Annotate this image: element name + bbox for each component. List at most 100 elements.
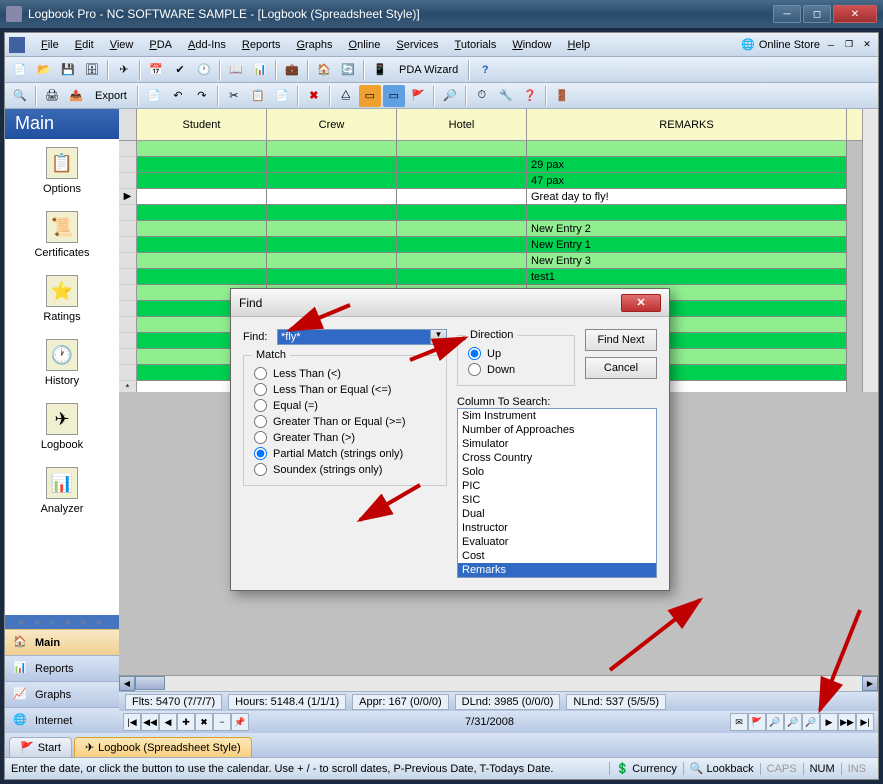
nav-add-icon[interactable]: ✚ bbox=[177, 713, 195, 731]
home-icon[interactable]: 🏠 bbox=[313, 59, 335, 81]
save-icon[interactable]: 💾 bbox=[57, 59, 79, 81]
cell[interactable] bbox=[397, 157, 527, 173]
plane-icon[interactable]: ✈ bbox=[113, 59, 135, 81]
scroll-right-icon[interactable]: ▶ bbox=[862, 676, 878, 691]
cell[interactable]: 47 pax bbox=[527, 173, 847, 189]
cell[interactable] bbox=[137, 221, 267, 237]
nav-findnext-icon[interactable]: 🔎 bbox=[784, 713, 802, 731]
menu-tutorials[interactable]: Tutorials bbox=[447, 37, 505, 53]
view-blue-icon[interactable]: ▭ bbox=[383, 85, 405, 107]
pda-wizard-button[interactable]: PDA Wizard bbox=[393, 64, 464, 76]
archive-icon[interactable]: 🗄 bbox=[81, 59, 103, 81]
match-option-2[interactable]: Equal (=) bbox=[254, 399, 436, 412]
status-lookback[interactable]: 🔍Lookback bbox=[683, 762, 760, 775]
match-option-1[interactable]: Less Than or Equal (<=) bbox=[254, 383, 436, 396]
nav-next-icon[interactable]: ▶ bbox=[820, 713, 838, 731]
cell[interactable]: test1 bbox=[527, 269, 847, 285]
menu-services[interactable]: Services bbox=[388, 37, 446, 53]
menu-view[interactable]: View bbox=[102, 37, 142, 53]
find-input[interactable] bbox=[277, 329, 431, 345]
column-list[interactable]: Sim InstrumentNumber of ApproachesSimula… bbox=[457, 408, 657, 578]
tools-icon[interactable]: 🔧 bbox=[495, 85, 517, 107]
table-row[interactable]: New Entry 2 bbox=[119, 221, 862, 237]
column-option[interactable]: Simulator bbox=[458, 437, 656, 451]
cell[interactable]: Great day to fly! bbox=[527, 189, 847, 205]
cell[interactable] bbox=[267, 269, 397, 285]
split-icon[interactable]: ⧋ bbox=[335, 85, 357, 107]
sidebar-nav-main[interactable]: 🏠Main bbox=[5, 629, 119, 655]
cell[interactable] bbox=[137, 173, 267, 189]
cell[interactable] bbox=[267, 173, 397, 189]
cell[interactable] bbox=[267, 189, 397, 205]
briefcase-icon[interactable]: 💼 bbox=[281, 59, 303, 81]
delete-icon[interactable]: ✖ bbox=[303, 85, 325, 107]
vertical-scrollbar[interactable] bbox=[862, 109, 878, 392]
nav-del-icon[interactable]: ✖ bbox=[195, 713, 213, 731]
cell[interactable] bbox=[397, 189, 527, 205]
cancel-button[interactable]: Cancel bbox=[585, 357, 657, 379]
pda-icon[interactable]: 📱 bbox=[369, 59, 391, 81]
cell[interactable]: New Entry 3 bbox=[527, 253, 847, 269]
column-option[interactable]: PIC bbox=[458, 479, 656, 493]
cut-icon[interactable]: ✂ bbox=[223, 85, 245, 107]
menu-file[interactable]: File bbox=[33, 37, 67, 53]
export-button[interactable]: Export bbox=[89, 90, 133, 102]
cell[interactable] bbox=[267, 237, 397, 253]
column-option[interactable]: Solo bbox=[458, 465, 656, 479]
help2-icon[interactable]: ❓ bbox=[519, 85, 541, 107]
cell[interactable] bbox=[397, 237, 527, 253]
column-header-student[interactable]: Student bbox=[137, 109, 267, 140]
close-button[interactable]: ✕ bbox=[833, 5, 877, 23]
mdi-restore-button[interactable]: ❐ bbox=[842, 38, 856, 52]
cell[interactable] bbox=[137, 269, 267, 285]
menu-reports[interactable]: Reports bbox=[234, 37, 289, 53]
calendar-icon[interactable]: 📅 bbox=[145, 59, 167, 81]
menu-graphs[interactable]: Graphs bbox=[288, 37, 340, 53]
undo-icon[interactable]: ↶ bbox=[167, 85, 189, 107]
column-option[interactable]: SIC bbox=[458, 493, 656, 507]
cell[interactable] bbox=[267, 221, 397, 237]
menu-edit[interactable]: Edit bbox=[67, 37, 102, 53]
find-icon[interactable]: 🔎 bbox=[439, 85, 461, 107]
print-icon[interactable]: 🖨 bbox=[41, 85, 63, 107]
cell[interactable] bbox=[137, 189, 267, 205]
cell[interactable] bbox=[397, 141, 527, 157]
cell[interactable] bbox=[397, 221, 527, 237]
minimize-button[interactable]: ─ bbox=[773, 5, 801, 23]
column-option[interactable]: Dual bbox=[458, 507, 656, 521]
tab-logbook[interactable]: ✈Logbook (Spreadsheet Style) bbox=[74, 737, 252, 757]
table-row[interactable]: New Entry 1 bbox=[119, 237, 862, 253]
cell[interactable]: New Entry 1 bbox=[527, 237, 847, 253]
status-currency[interactable]: 💲Currency bbox=[609, 762, 683, 775]
table-row[interactable]: ▶Great day to fly! bbox=[119, 189, 862, 205]
menu-online[interactable]: Online bbox=[341, 37, 389, 53]
nav-sub-icon[interactable]: − bbox=[213, 713, 231, 731]
view-orange-icon[interactable]: ▭ bbox=[359, 85, 381, 107]
column-option[interactable]: Number of Approaches bbox=[458, 423, 656, 437]
cell[interactable] bbox=[267, 157, 397, 173]
direction-down-radio[interactable]: Down bbox=[468, 363, 564, 376]
cell[interactable] bbox=[267, 205, 397, 221]
find-dialog-titlebar[interactable]: Find ✕ bbox=[231, 289, 669, 317]
nav-find-icon[interactable]: 🔎 bbox=[766, 713, 784, 731]
cell[interactable] bbox=[397, 269, 527, 285]
redo-icon[interactable]: ↷ bbox=[191, 85, 213, 107]
column-option[interactable]: Cross Country bbox=[458, 451, 656, 465]
table-row[interactable]: 47 pax bbox=[119, 173, 862, 189]
table-row[interactable]: 29 pax bbox=[119, 157, 862, 173]
find-next-button[interactable]: Find Next bbox=[585, 329, 657, 351]
paste-icon[interactable]: 📄 bbox=[271, 85, 293, 107]
sidebar-expand-icon[interactable]: » » » » » » bbox=[5, 615, 119, 629]
sidebar-nav-graphs[interactable]: 📈Graphs bbox=[5, 681, 119, 707]
nav-prev-icon[interactable]: ◀ bbox=[159, 713, 177, 731]
mdi-close-button[interactable]: ✕ bbox=[860, 38, 874, 52]
cell[interactable] bbox=[397, 205, 527, 221]
nav-mail-icon[interactable]: ✉ bbox=[730, 713, 748, 731]
exit-icon[interactable]: 🚪 bbox=[551, 85, 573, 107]
sidebar-item-ratings[interactable]: ⭐Ratings bbox=[5, 267, 119, 331]
cell[interactable] bbox=[137, 253, 267, 269]
column-option[interactable]: Cost bbox=[458, 549, 656, 563]
sidebar-nav-internet[interactable]: 🌐Internet bbox=[5, 707, 119, 733]
match-option-5[interactable]: Partial Match (strings only) bbox=[254, 447, 436, 460]
clock-icon[interactable]: 🕐 bbox=[193, 59, 215, 81]
